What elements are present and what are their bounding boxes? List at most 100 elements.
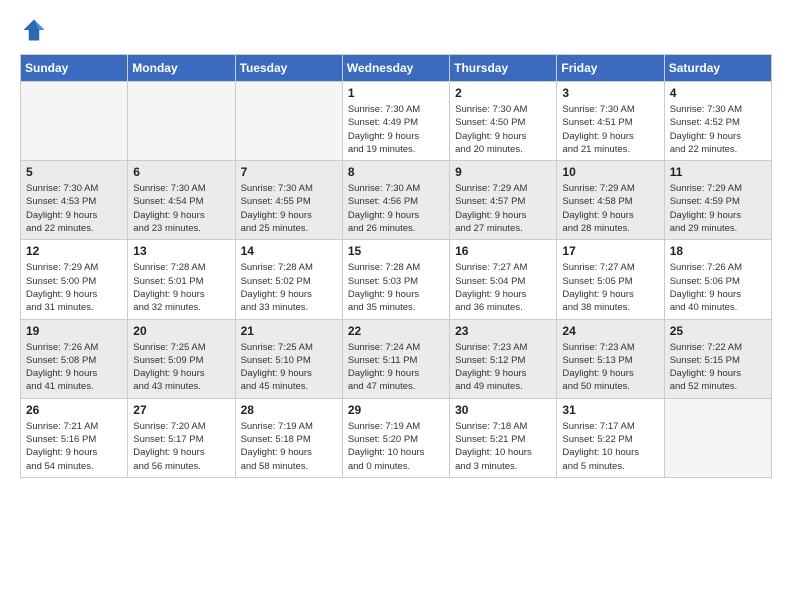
day-number: 17 (562, 244, 658, 258)
day-number: 27 (133, 403, 229, 417)
day-info: Sunrise: 7:30 AM Sunset: 4:55 PM Dayligh… (241, 182, 337, 235)
calendar-cell-1-7: 4 Sunrise: 7:30 AM Sunset: 4:52 PM Daylig… (664, 82, 771, 161)
day-info: Sunrise: 7:22 AM Sunset: 5:15 PM Dayligh… (670, 341, 766, 394)
weekday-sunday: Sunday (21, 55, 128, 82)
calendar-week-5: 26 Sunrise: 7:21 AM Sunset: 5:16 PM Dayli… (21, 398, 772, 477)
calendar-cell-3-3: 14 Sunrise: 7:28 AM Sunset: 5:02 PM Dayli… (235, 240, 342, 319)
day-info: Sunrise: 7:19 AM Sunset: 5:20 PM Dayligh… (348, 420, 444, 473)
calendar-cell-5-7 (664, 398, 771, 477)
calendar-cell-4-5: 23 Sunrise: 7:23 AM Sunset: 5:12 PM Dayli… (450, 319, 557, 398)
calendar-cell-5-6: 31 Sunrise: 7:17 AM Sunset: 5:22 PM Dayli… (557, 398, 664, 477)
day-number: 14 (241, 244, 337, 258)
day-number: 13 (133, 244, 229, 258)
calendar-cell-3-7: 18 Sunrise: 7:26 AM Sunset: 5:06 PM Dayli… (664, 240, 771, 319)
day-number: 18 (670, 244, 766, 258)
calendar-cell-5-1: 26 Sunrise: 7:21 AM Sunset: 5:16 PM Dayli… (21, 398, 128, 477)
calendar-cell-3-5: 16 Sunrise: 7:27 AM Sunset: 5:04 PM Dayli… (450, 240, 557, 319)
day-info: Sunrise: 7:28 AM Sunset: 5:02 PM Dayligh… (241, 261, 337, 314)
day-info: Sunrise: 7:23 AM Sunset: 5:12 PM Dayligh… (455, 341, 551, 394)
day-info: Sunrise: 7:30 AM Sunset: 4:52 PM Dayligh… (670, 103, 766, 156)
weekday-header-row: SundayMondayTuesdayWednesdayThursdayFrid… (21, 55, 772, 82)
calendar-cell-1-1 (21, 82, 128, 161)
day-info: Sunrise: 7:21 AM Sunset: 5:16 PM Dayligh… (26, 420, 122, 473)
day-info: Sunrise: 7:24 AM Sunset: 5:11 PM Dayligh… (348, 341, 444, 394)
day-info: Sunrise: 7:28 AM Sunset: 5:01 PM Dayligh… (133, 261, 229, 314)
day-number: 9 (455, 165, 551, 179)
day-number: 11 (670, 165, 766, 179)
calendar-cell-4-1: 19 Sunrise: 7:26 AM Sunset: 5:08 PM Dayli… (21, 319, 128, 398)
day-info: Sunrise: 7:20 AM Sunset: 5:17 PM Dayligh… (133, 420, 229, 473)
calendar-cell-3-6: 17 Sunrise: 7:27 AM Sunset: 5:05 PM Dayli… (557, 240, 664, 319)
day-info: Sunrise: 7:27 AM Sunset: 5:05 PM Dayligh… (562, 261, 658, 314)
weekday-friday: Friday (557, 55, 664, 82)
day-number: 15 (348, 244, 444, 258)
calendar-cell-3-2: 13 Sunrise: 7:28 AM Sunset: 5:01 PM Dayli… (128, 240, 235, 319)
day-info: Sunrise: 7:26 AM Sunset: 5:06 PM Dayligh… (670, 261, 766, 314)
day-info: Sunrise: 7:27 AM Sunset: 5:04 PM Dayligh… (455, 261, 551, 314)
calendar-cell-5-3: 28 Sunrise: 7:19 AM Sunset: 5:18 PM Dayli… (235, 398, 342, 477)
calendar-cell-4-4: 22 Sunrise: 7:24 AM Sunset: 5:11 PM Dayli… (342, 319, 449, 398)
day-number: 12 (26, 244, 122, 258)
day-info: Sunrise: 7:29 AM Sunset: 4:57 PM Dayligh… (455, 182, 551, 235)
day-info: Sunrise: 7:29 AM Sunset: 4:59 PM Dayligh… (670, 182, 766, 235)
day-number: 7 (241, 165, 337, 179)
calendar-week-2: 5 Sunrise: 7:30 AM Sunset: 4:53 PM Daylig… (21, 161, 772, 240)
calendar-week-3: 12 Sunrise: 7:29 AM Sunset: 5:00 PM Dayli… (21, 240, 772, 319)
day-number: 31 (562, 403, 658, 417)
day-number: 8 (348, 165, 444, 179)
day-number: 22 (348, 324, 444, 338)
day-number: 23 (455, 324, 551, 338)
day-number: 25 (670, 324, 766, 338)
day-number: 4 (670, 86, 766, 100)
weekday-wednesday: Wednesday (342, 55, 449, 82)
day-info: Sunrise: 7:28 AM Sunset: 5:03 PM Dayligh… (348, 261, 444, 314)
calendar-cell-4-3: 21 Sunrise: 7:25 AM Sunset: 5:10 PM Dayli… (235, 319, 342, 398)
weekday-tuesday: Tuesday (235, 55, 342, 82)
weekday-saturday: Saturday (664, 55, 771, 82)
calendar-cell-4-7: 25 Sunrise: 7:22 AM Sunset: 5:15 PM Dayli… (664, 319, 771, 398)
day-info: Sunrise: 7:30 AM Sunset: 4:56 PM Dayligh… (348, 182, 444, 235)
day-number: 2 (455, 86, 551, 100)
logo (20, 16, 52, 44)
day-info: Sunrise: 7:30 AM Sunset: 4:49 PM Dayligh… (348, 103, 444, 156)
calendar-cell-2-6: 10 Sunrise: 7:29 AM Sunset: 4:58 PM Dayli… (557, 161, 664, 240)
calendar-cell-2-5: 9 Sunrise: 7:29 AM Sunset: 4:57 PM Daylig… (450, 161, 557, 240)
calendar-cell-2-2: 6Sunrise: 7:30 AM Sunset: 4:54 PM Daylig… (128, 161, 235, 240)
day-number: 20 (133, 324, 229, 338)
calendar-week-4: 19 Sunrise: 7:26 AM Sunset: 5:08 PM Dayli… (21, 319, 772, 398)
calendar-cell-1-3 (235, 82, 342, 161)
day-info: Sunrise: 7:19 AM Sunset: 5:18 PM Dayligh… (241, 420, 337, 473)
day-info: Sunrise: 7:25 AM Sunset: 5:10 PM Dayligh… (241, 341, 337, 394)
day-number: 19 (26, 324, 122, 338)
day-number: 28 (241, 403, 337, 417)
day-info: Sunrise: 7:29 AM Sunset: 5:00 PM Dayligh… (26, 261, 122, 314)
day-info: Sunrise: 7:30 AM Sunset: 4:51 PM Dayligh… (562, 103, 658, 156)
calendar-cell-1-2 (128, 82, 235, 161)
day-info: Sunrise: 7:29 AM Sunset: 4:58 PM Dayligh… (562, 182, 658, 235)
day-info: Sunrise: 7:30 AM Sunset: 4:53 PM Dayligh… (26, 182, 122, 235)
day-info: Sunrise: 7:17 AM Sunset: 5:22 PM Dayligh… (562, 420, 658, 473)
calendar-cell-4-2: 20Sunrise: 7:25 AM Sunset: 5:09 PM Dayli… (128, 319, 235, 398)
day-number: 1 (348, 86, 444, 100)
day-info: Sunrise: 7:18 AM Sunset: 5:21 PM Dayligh… (455, 420, 551, 473)
calendar-cell-1-6: 3 Sunrise: 7:30 AM Sunset: 4:51 PM Daylig… (557, 82, 664, 161)
calendar-cell-5-4: 29 Sunrise: 7:19 AM Sunset: 5:20 PM Dayli… (342, 398, 449, 477)
day-number: 24 (562, 324, 658, 338)
day-number: 3 (562, 86, 658, 100)
header (20, 16, 772, 44)
day-number: 26 (26, 403, 122, 417)
day-info: Sunrise: 7:23 AM Sunset: 5:13 PM Dayligh… (562, 341, 658, 394)
logo-icon (20, 16, 48, 44)
day-number: 16 (455, 244, 551, 258)
day-number: 21 (241, 324, 337, 338)
day-info: Sunrise: 7:26 AM Sunset: 5:08 PM Dayligh… (26, 341, 122, 394)
day-number: 10 (562, 165, 658, 179)
calendar-cell-1-5: 2 Sunrise: 7:30 AM Sunset: 4:50 PM Daylig… (450, 82, 557, 161)
day-number: 5 (26, 165, 122, 179)
calendar-cell-4-6: 24 Sunrise: 7:23 AM Sunset: 5:13 PM Dayli… (557, 319, 664, 398)
day-info: Sunrise: 7:30 AM Sunset: 4:50 PM Dayligh… (455, 103, 551, 156)
calendar-cell-5-5: 30Sunrise: 7:18 AM Sunset: 5:21 PM Dayli… (450, 398, 557, 477)
day-number: 29 (348, 403, 444, 417)
calendar-week-1: 1 Sunrise: 7:30 AM Sunset: 4:49 PM Daylig… (21, 82, 772, 161)
weekday-monday: Monday (128, 55, 235, 82)
